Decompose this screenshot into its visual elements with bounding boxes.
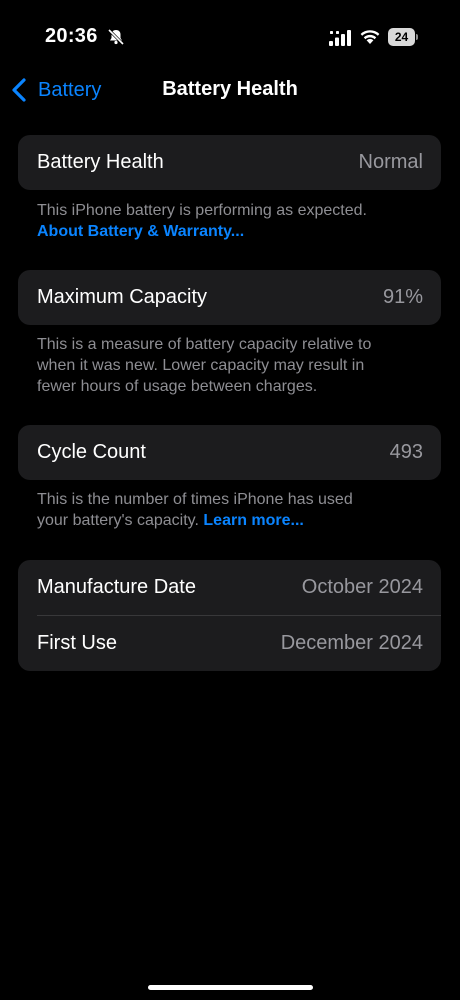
battery-health-card: Battery Health Normal [18, 135, 441, 190]
battery-health-screen: 20:36 24 Battery Battery Health Battery … [0, 0, 460, 1000]
manufacture-date-row[interactable]: Manufacture Date October 2024 [18, 560, 441, 615]
capacity-footnote-line: when it was new. Lower capacity may resu… [37, 357, 365, 374]
cycle-count-card: Cycle Count 493 [18, 425, 441, 480]
battery-health-value: Normal [358, 151, 423, 173]
about-battery-warranty-link[interactable]: About Battery & Warranty... [37, 221, 437, 242]
cycle-footnote-text: your battery's capacity. [37, 512, 199, 529]
first-use-label: First Use [37, 632, 117, 654]
maximum-capacity-row[interactable]: Maximum Capacity 91% [18, 270, 441, 325]
battery-level: 24 [388, 28, 415, 46]
battery-health-description: This iPhone battery is performing as exp… [37, 202, 367, 219]
bell-slash-icon [107, 28, 125, 46]
wifi-icon [360, 30, 380, 44]
first-use-row[interactable]: First Use December 2024 [18, 616, 441, 671]
cycle-count-footnote: This is the number of times iPhone has u… [37, 489, 437, 531]
maximum-capacity-value: 91% [382, 286, 423, 308]
maximum-capacity-card: Maximum Capacity 91% [18, 270, 441, 325]
status-bar: 20:36 24 [0, 0, 460, 70]
cycle-count-row[interactable]: Cycle Count 493 [18, 425, 441, 480]
navigation-bar: Battery Battery Health [0, 70, 460, 110]
maximum-capacity-label: Maximum Capacity [37, 286, 208, 308]
page-title: Battery Health [162, 78, 298, 100]
capacity-footnote-line: This is a measure of battery capacity re… [37, 336, 372, 353]
capacity-footnote-line: fewer hours of usage between charges. [37, 378, 318, 395]
battery-health-row[interactable]: Battery Health Normal [18, 135, 441, 190]
maximum-capacity-footnote: This is a measure of battery capacity re… [37, 334, 437, 397]
home-indicator[interactable] [148, 985, 313, 990]
cycle-count-value: 493 [389, 441, 423, 463]
cycle-count-label: Cycle Count [37, 441, 146, 463]
manufacture-date-label: Manufacture Date [37, 576, 196, 598]
dates-card: Manufacture Date October 2024 First Use … [18, 560, 441, 671]
first-use-value: December 2024 [280, 632, 423, 654]
battery-cap [416, 34, 418, 40]
battery-icon: 24 [388, 28, 418, 46]
cycle-footnote-line: This is the number of times iPhone has u… [37, 491, 353, 508]
learn-more-link[interactable]: Learn more... [203, 512, 303, 529]
cellular-signal-icon [329, 30, 351, 46]
status-time: 20:36 [45, 25, 98, 47]
cycle-footnote-line2: your battery's capacity. Learn more... [37, 510, 437, 531]
manufacture-date-value: October 2024 [301, 576, 423, 598]
battery-health-label: Battery Health [37, 151, 164, 173]
battery-health-footnote: This iPhone battery is performing as exp… [37, 200, 437, 242]
